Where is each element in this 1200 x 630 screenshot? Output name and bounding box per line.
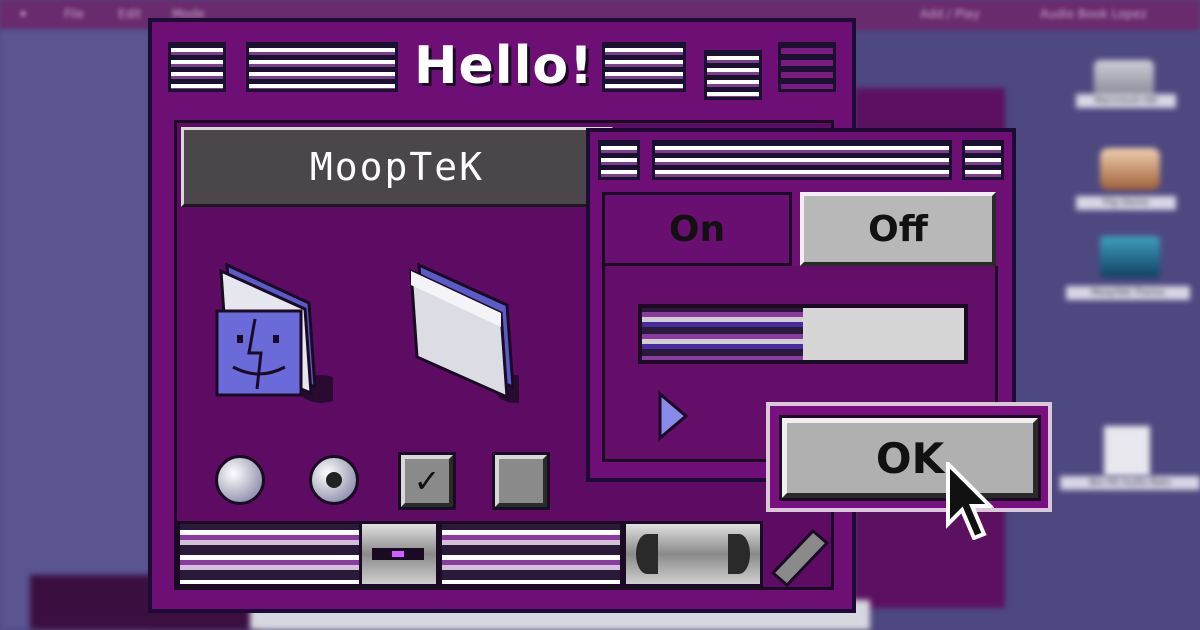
zoom-box-icon[interactable] <box>704 50 762 100</box>
mouse-cursor-icon <box>946 462 994 540</box>
radio-button-selected[interactable] <box>309 455 359 505</box>
menu-right-item[interactable]: Add / Play <box>920 7 980 21</box>
resize-grip-icon[interactable] <box>771 527 831 587</box>
scrollbar-thumb[interactable] <box>359 521 439 587</box>
scrollbar-thumb[interactable] <box>623 521 763 587</box>
title-bar-stripes[interactable] <box>602 42 686 92</box>
zoom-box-icon[interactable] <box>962 140 1004 180</box>
desktop-icon-label: MoopTeK Theme <box>1066 286 1190 300</box>
tab-on[interactable]: On <box>602 192 792 266</box>
grip-icon <box>372 548 424 560</box>
collapse-box-icon[interactable] <box>778 42 836 92</box>
title-bar-stripes[interactable] <box>168 42 226 92</box>
page-icon[interactable] <box>1104 426 1150 476</box>
app-icon[interactable] <box>1100 148 1160 190</box>
progress-bar <box>638 304 968 364</box>
menu-file[interactable]: File <box>64 7 84 21</box>
desktop-icon-label: Macintosh HD <box>1076 94 1176 108</box>
checkbox[interactable] <box>492 452 550 510</box>
label-bar: MoopTeK <box>181 127 613 207</box>
tab-off[interactable]: Off <box>800 192 996 266</box>
menu-app-name[interactable]: Audio Book Lopez <box>1040 7 1147 21</box>
scrollbar-track[interactable] <box>177 521 367 587</box>
finder-folder-icon[interactable] <box>213 257 333 405</box>
triangle-right-icon[interactable] <box>656 390 690 442</box>
title-bar-stripes[interactable] <box>652 140 952 180</box>
ok-button[interactable]: OK <box>779 415 1041 501</box>
folder-icon[interactable] <box>399 257 519 405</box>
close-box-icon[interactable] <box>598 140 640 180</box>
menu-edit[interactable]: Edit <box>118 7 141 21</box>
default-button-frame: OK <box>766 402 1052 512</box>
document-icon[interactable] <box>1100 236 1160 278</box>
scrollbar-track[interactable] <box>439 521 623 587</box>
progress-fill <box>642 308 803 360</box>
window-title: Hello! <box>414 36 594 96</box>
background-window <box>0 30 150 630</box>
radio-button[interactable] <box>215 455 265 505</box>
desktop-icon-label: Flip Demo <box>1076 196 1176 210</box>
desktop-icon-label: Bio Hit Audio Bats <box>1060 476 1200 490</box>
checkbox-checked[interactable]: ✓ <box>398 452 456 510</box>
apple-menu-icon[interactable]: ✦ <box>18 7 28 21</box>
title-bar-stripes[interactable] <box>246 42 398 92</box>
